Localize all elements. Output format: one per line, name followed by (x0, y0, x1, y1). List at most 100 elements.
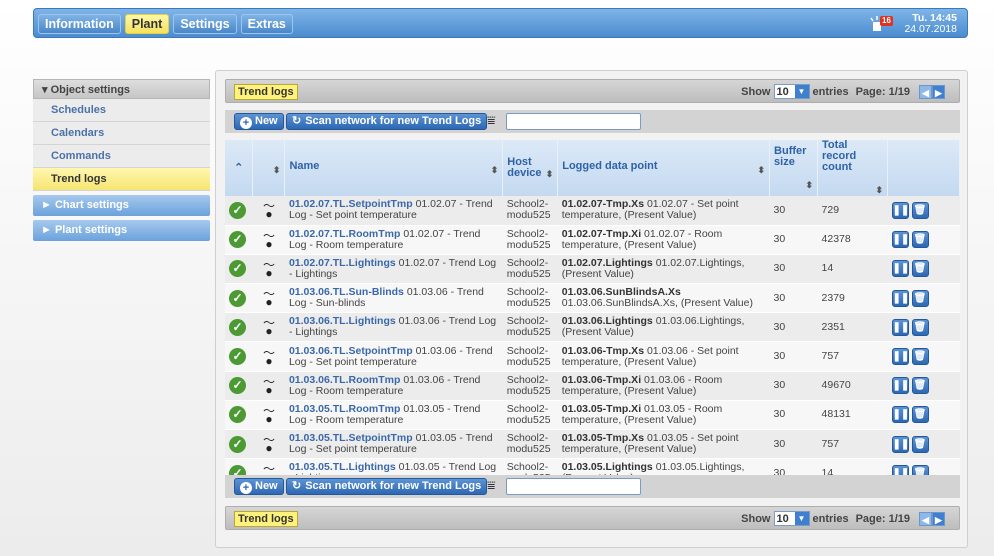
delete-button[interactable]: 🗑 (911, 260, 929, 278)
pause-button[interactable]: ❚❚ (891, 231, 909, 249)
entries-select[interactable]: 10 ▼ (773, 511, 810, 526)
table-row[interactable]: ✓ 〜 ● 01.03.06.TL.Sun-Blinds 01.03.06 - Tre… (225, 283, 960, 314)
nav-plant[interactable]: Plant (124, 14, 170, 34)
trend-logs-table: ⌃ ⬍ Name ⬍ Host device ⬍ Logged data point… (225, 140, 960, 489)
data-point-description: 01.03.06.SunBlindsA.Xs, (Present Value) (561, 297, 753, 310)
entries-label: entries (812, 512, 849, 525)
sort-status-header[interactable]: ⌃ (225, 140, 254, 196)
column-header-buffer-size[interactable]: Buffer size ⬍ (769, 140, 819, 196)
column-buffer-label: Buffer size (774, 144, 807, 168)
page-label: Page: 1/19 (855, 512, 910, 525)
delete-button[interactable]: 🗑 (911, 377, 929, 395)
column-header-total-record-count[interactable]: Total record count ⬍ (817, 140, 889, 196)
toolbar-bottom: + New ↻ Scan network for new Trend Logs ⩸ (225, 475, 960, 498)
sort-type-header[interactable]: ⬍ (252, 140, 286, 196)
sidebar-section-chart-settings[interactable]: ► Chart settings (33, 195, 210, 216)
filter-icon[interactable]: ⩸ (487, 477, 496, 494)
trash-icon: 🗑 (913, 351, 927, 363)
buffer-size: 30 (769, 225, 818, 255)
prev-page-button[interactable]: ◀ (919, 511, 932, 526)
trend-icon: 〜● (262, 433, 275, 456)
pause-button[interactable]: ❚❚ (891, 348, 909, 366)
delete-button[interactable]: 🗑 (911, 289, 929, 307)
column-logged-label: Logged data point (562, 159, 658, 172)
column-header-host[interactable]: Host device ⬍ (502, 140, 559, 196)
prev-page-button[interactable]: ◀ (919, 84, 932, 99)
sidebar-item-trend-logs[interactable]: Trend logs (33, 168, 210, 191)
delete-button[interactable]: 🗑 (911, 231, 929, 249)
delete-button[interactable]: 🗑 (911, 201, 929, 219)
toolbar-top: + New ↻ Scan network for new Trend Logs ⩸ (225, 110, 960, 133)
buffer-size: 30 (769, 312, 818, 343)
sidebar-item-schedules[interactable]: Schedules (33, 99, 210, 122)
alarm-button[interactable]: 16 (870, 15, 896, 33)
pause-button[interactable]: ❚❚ (891, 377, 909, 395)
refresh-icon: ↻ (292, 115, 302, 127)
nav-settings[interactable]: Settings (173, 14, 237, 34)
new-button[interactable]: + New (234, 113, 284, 130)
delete-button[interactable]: 🗑 (911, 318, 929, 336)
footer-title: Trend logs (234, 511, 298, 527)
delete-button[interactable]: 🗑 (911, 348, 929, 366)
table-row[interactable]: ✓ 〜 ● 01.03.05.TL.SetpointTmp 01.03.05 - Tr… (225, 429, 960, 460)
check-icon: ✓ (229, 231, 246, 249)
pause-button[interactable]: ❚❚ (891, 406, 909, 424)
table-row[interactable]: ✓ 〜 ● 01.03.06.TL.SetpointTmp 01.03.06 - Tr… (225, 341, 960, 372)
table-row[interactable]: ✓ 〜 ● 01.03.06.TL.Lightings 01.03.06 - Tren… (225, 312, 960, 343)
sidebar-section-plant-settings[interactable]: ► Plant settings (33, 220, 210, 241)
search-input[interactable] (506, 478, 641, 495)
entries-value: 10 (776, 512, 789, 525)
check-icon: ✓ (229, 289, 246, 307)
delete-button[interactable]: 🗑 (911, 406, 929, 424)
buffer-size: 30 (769, 371, 818, 401)
show-label: Show (741, 85, 771, 98)
column-name-label: Name (289, 159, 320, 172)
table-row[interactable]: ✓ 〜 ● 01.03.06.TL.RoomTmp 01.03.06 - Trend … (225, 371, 960, 401)
sort-icon: ⬍ (272, 164, 281, 175)
trend-icon: 〜● (262, 287, 275, 310)
trash-icon: 🗑 (913, 204, 927, 216)
check-icon: ✓ (229, 377, 246, 395)
host-device: School2-modu525 (502, 312, 558, 343)
column-host-label: Host device (507, 155, 542, 179)
table-row[interactable]: ✓ 〜 ● 01.02.07.TL.Lightings 01.02.07 - Tren… (225, 254, 960, 285)
sidebar-item-commands[interactable]: Commands (33, 145, 210, 168)
clock: Tu. 14:45 24.07.2018 (904, 13, 957, 35)
sidebar-header-object-settings[interactable]: ▾ Object settings (33, 79, 210, 99)
next-page-button[interactable]: ▶ (932, 84, 945, 99)
pause-button[interactable]: ❚❚ (891, 318, 909, 336)
entries-select[interactable]: 10 ▼ (773, 84, 810, 99)
sort-icon: ⬍ (805, 179, 814, 190)
table-row[interactable]: ✓ 〜 ● 01.02.07.TL.RoomTmp 01.02.07 - Trend … (225, 225, 960, 255)
next-page-button[interactable]: ▶ (932, 511, 945, 526)
nav-information[interactable]: Information (38, 14, 121, 34)
scan-network-button[interactable]: ↻ Scan network for new Trend Logs (286, 113, 488, 130)
column-header-logged-data-point[interactable]: Logged data point ⬍ (557, 140, 771, 196)
scan-button-label: Scan network for new Trend Logs (305, 115, 482, 127)
sort-up-icon: ⌃ (234, 161, 244, 174)
pause-button[interactable]: ❚❚ (891, 435, 909, 453)
sidebar-item-calendars[interactable]: Calendars (33, 122, 210, 145)
scan-network-button[interactable]: ↻ Scan network for new Trend Logs (286, 478, 488, 495)
trash-icon: 🗑 (913, 263, 927, 275)
trend-icon: 〜● (262, 257, 275, 280)
plus-icon: + (240, 482, 252, 494)
plus-icon: + (240, 117, 252, 129)
buffer-size: 30 (769, 400, 818, 431)
search-input[interactable] (506, 113, 641, 130)
main-panel: Trend logs Show 10 ▼ entries Page: 1/19 … (215, 70, 968, 548)
nav-extras[interactable]: Extras (240, 14, 293, 34)
pause-button[interactable]: ❚❚ (891, 201, 909, 219)
pause-button[interactable]: ❚❚ (891, 260, 909, 278)
filter-icon[interactable]: ⩸ (487, 112, 496, 129)
table-row[interactable]: ✓ 〜 ● 01.02.07.TL.SetpointTmp 01.02.07 - Tr… (225, 196, 960, 226)
pause-button[interactable]: ❚❚ (891, 289, 909, 307)
check-icon: ✓ (229, 201, 246, 219)
column-header-name[interactable]: Name ⬍ (284, 140, 504, 196)
total-record-count: 2379 (817, 283, 888, 314)
new-button[interactable]: + New (234, 478, 284, 495)
trend-icon: 〜● (262, 316, 275, 339)
pager-bottom: Show 10 ▼ entries Page: 1/19 ◀ ▶ (741, 511, 945, 526)
delete-button[interactable]: 🗑 (911, 435, 929, 453)
table-row[interactable]: ✓ 〜 ● 01.03.05.TL.RoomTmp 01.03.05 - Trend … (225, 400, 960, 431)
